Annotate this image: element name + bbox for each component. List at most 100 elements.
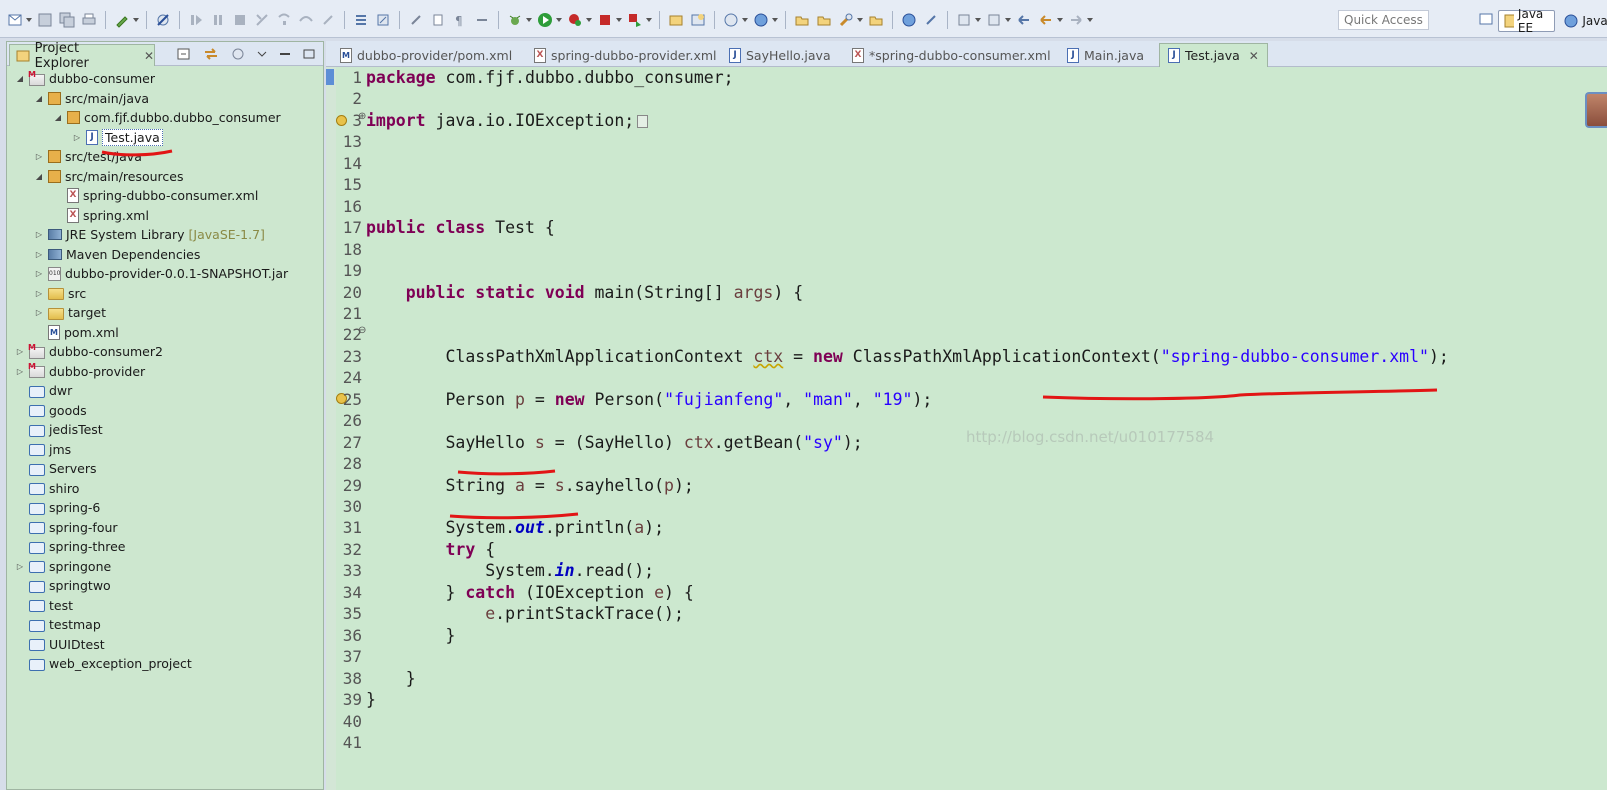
collapse-all-icon[interactable] xyxy=(177,47,191,61)
tree-item[interactable]: ▷ src/test/java xyxy=(34,147,142,166)
tree-item[interactable]: jms xyxy=(15,440,71,459)
forward-dropdown-icon[interactable] xyxy=(1087,18,1093,22)
tree-item[interactable]: Mpom.xml xyxy=(34,323,119,342)
toggle-mark-icon[interactable] xyxy=(473,11,491,29)
tree-item[interactable]: testmap xyxy=(15,615,101,634)
run-server-icon[interactable] xyxy=(566,11,584,29)
perspective-java-ee[interactable]: Java EE xyxy=(1498,7,1556,35)
stop-dropdown-icon[interactable] xyxy=(616,18,622,22)
tree-item[interactable]: ◢ src/main/java xyxy=(34,89,149,108)
filter-icon[interactable] xyxy=(231,47,245,61)
new-class-icon[interactable] xyxy=(689,11,707,29)
tree-item[interactable]: ▷ Maven Dependencies xyxy=(34,245,200,264)
back-icon[interactable] xyxy=(1037,11,1055,29)
view-menu-icon[interactable] xyxy=(257,47,267,61)
tree-item[interactable]: spring-three xyxy=(15,537,126,556)
collapsed-arrow-icon[interactable]: ▷ xyxy=(34,152,44,162)
code-line[interactable]: try { xyxy=(366,539,495,560)
code-line[interactable]: String a = s.sayhello(p); xyxy=(366,475,693,496)
step-return-icon[interactable] xyxy=(319,11,337,29)
server-icon[interactable] xyxy=(374,11,392,29)
tree-item[interactable]: dwr xyxy=(15,381,72,400)
tree-item[interactable]: Xspring-dubbo-consumer.xml xyxy=(53,186,258,205)
tree-item[interactable]: ▷ 010 dubbo-provider-0.0.1-SNAPSHOT.jar xyxy=(34,264,288,283)
code-line[interactable]: } catch (IOException e) { xyxy=(366,582,693,603)
step-into-icon[interactable] xyxy=(275,11,293,29)
task-list-icon[interactable] xyxy=(352,11,370,29)
print-icon[interactable] xyxy=(80,11,98,29)
new-project-icon[interactable] xyxy=(667,11,685,29)
tree-item[interactable]: ▷ springone xyxy=(15,557,111,576)
tree-item[interactable]: ▷ J Test.java xyxy=(72,128,163,147)
editor-tab[interactable]: Xspring-dubbo-provider.xml xyxy=(526,43,725,67)
stop-icon[interactable] xyxy=(596,11,614,29)
next-edit-dropdown-icon[interactable] xyxy=(975,18,981,22)
collapsed-arrow-icon[interactable]: ▷ xyxy=(34,308,44,318)
open-type-dropdown-icon[interactable] xyxy=(772,18,778,22)
open-folder-icon[interactable] xyxy=(793,11,811,29)
properties-icon[interactable] xyxy=(429,11,447,29)
expanded-arrow-icon[interactable]: ◢ xyxy=(15,74,25,84)
code-line[interactable]: public class Test { xyxy=(366,217,555,238)
ruler-marker[interactable] xyxy=(326,69,334,85)
next-annotation-icon[interactable] xyxy=(922,11,940,29)
save-all-icon[interactable] xyxy=(58,11,76,29)
code-line[interactable]: System.out.println(a); xyxy=(366,517,664,538)
new-dropdown-icon[interactable] xyxy=(26,18,32,22)
close-icon[interactable]: ✕ xyxy=(1249,49,1259,63)
link-with-editor-icon[interactable] xyxy=(203,47,219,61)
external-tools-dropdown-icon[interactable] xyxy=(646,18,652,22)
editor-tab[interactable]: X *spring-dubbo-consumer.xml xyxy=(844,43,1059,67)
tree-item[interactable]: UUIDtest xyxy=(15,635,105,654)
disconnect-icon[interactable] xyxy=(253,11,271,29)
run-dropdown-icon[interactable] xyxy=(556,18,562,22)
tree-item[interactable]: ◢ dubbo-consumer xyxy=(15,69,155,88)
open-type-icon[interactable] xyxy=(752,11,770,29)
tree-item[interactable]: ◢ com.fjf.dubbo.dubbo_consumer xyxy=(53,108,281,127)
code-line[interactable]: } xyxy=(366,689,376,710)
external-tools-icon[interactable] xyxy=(626,11,644,29)
code-line[interactable]: public static void main(String[] args) { xyxy=(366,282,803,303)
collapsed-arrow-icon[interactable]: ▷ xyxy=(34,269,44,279)
editor-tab[interactable]: Mdubbo-provider/pom.xml xyxy=(332,43,520,67)
code-line[interactable]: import java.io.IOException; xyxy=(366,110,649,131)
avatar[interactable] xyxy=(1585,92,1607,128)
tree-item[interactable]: spring-four xyxy=(15,518,118,537)
open-perspective-icon[interactable] xyxy=(867,11,885,29)
tree-item[interactable]: ▷ dubbo-provider xyxy=(15,362,145,381)
tree-item[interactable]: ▷ dubbo-consumer2 xyxy=(15,342,163,361)
tree-item[interactable]: ▷ JRE System Library [JavaSE-1.7] xyxy=(34,225,265,244)
perspective-java[interactable]: Java xyxy=(1559,10,1607,32)
collapsed-arrow-icon[interactable]: ▷ xyxy=(15,561,25,571)
tree-item[interactable]: jedisTest xyxy=(15,420,103,439)
skip-breakpoints-icon[interactable] xyxy=(154,11,172,29)
next-edit-icon[interactable] xyxy=(955,11,973,29)
last-edit-icon[interactable] xyxy=(1015,11,1033,29)
link-icon[interactable] xyxy=(407,11,425,29)
tree-item[interactable]: Xspring.xml xyxy=(53,206,149,225)
editor-tab[interactable]: J SayHello.java xyxy=(721,43,839,67)
code-line[interactable]: ClassPathXmlApplicationContext ctx = new… xyxy=(366,346,1448,367)
show-whitespace-icon[interactable]: ¶ xyxy=(451,11,469,29)
collapsed-arrow-icon[interactable]: ▷ xyxy=(34,288,44,298)
tree-item[interactable]: web_exception_project xyxy=(15,654,192,673)
search-icon[interactable] xyxy=(837,11,855,29)
collapsed-arrow-icon[interactable]: ▷ xyxy=(72,132,82,142)
tree-item[interactable]: goods xyxy=(15,401,87,420)
terminate-icon[interactable] xyxy=(231,11,249,29)
run-icon[interactable] xyxy=(536,11,554,29)
tree-item[interactable]: ◢ src/main/resources xyxy=(34,167,184,186)
back-dropdown-icon[interactable] xyxy=(1057,18,1063,22)
collapsed-arrow-icon[interactable]: ▷ xyxy=(15,347,25,357)
prev-edit-icon[interactable] xyxy=(985,11,1003,29)
code-line[interactable]: } xyxy=(366,625,455,646)
expanded-arrow-icon[interactable]: ◢ xyxy=(53,113,63,123)
save-icon[interactable] xyxy=(36,11,54,29)
tree-item[interactable]: test xyxy=(15,596,73,615)
code-line[interactable]: SayHello s = (SayHello) ctx.getBean("sy"… xyxy=(366,432,862,453)
close-icon[interactable]: ✕ xyxy=(144,49,154,63)
code-line[interactable]: System.in.read(); xyxy=(366,560,654,581)
maximize-icon[interactable] xyxy=(303,47,315,61)
code-line[interactable]: e.printStackTrace(); xyxy=(366,603,684,624)
step-over-icon[interactable] xyxy=(297,11,315,29)
